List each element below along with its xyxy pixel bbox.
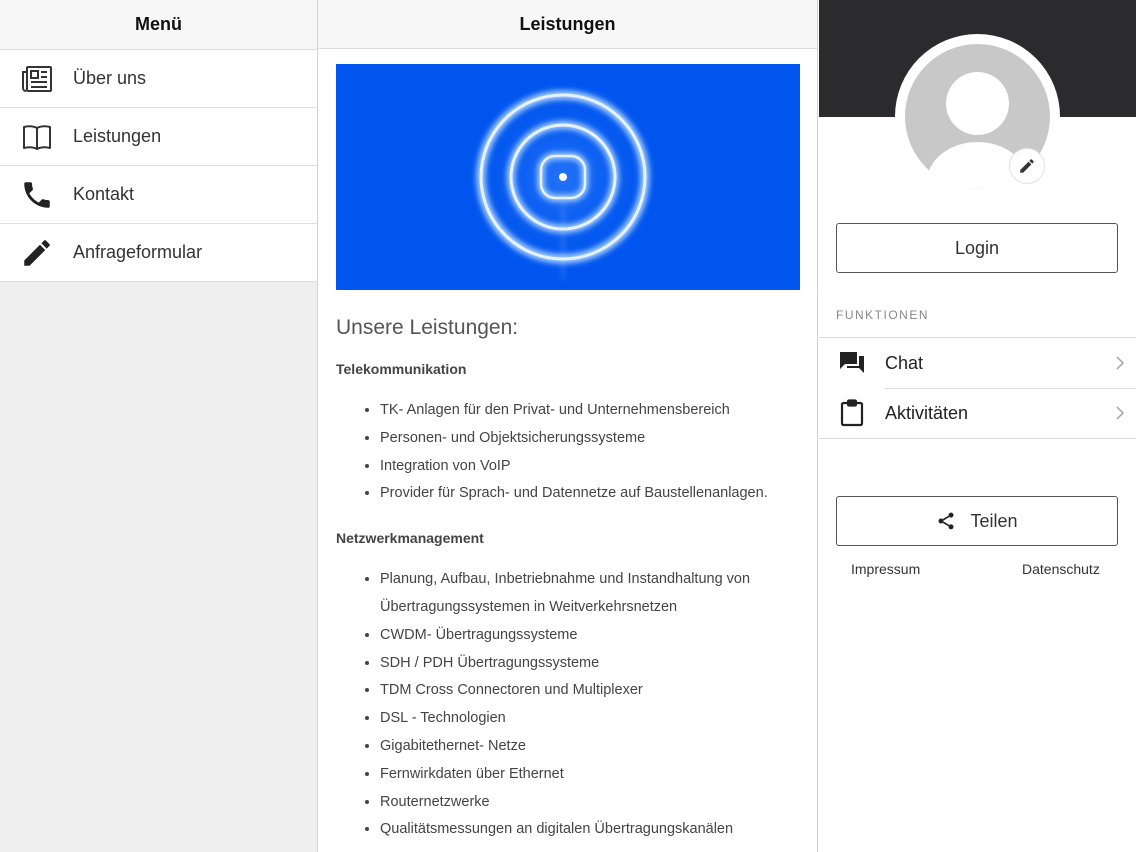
list-item: SDH / PDH Übertragungssysteme [380, 650, 806, 678]
chevron-right-icon [1104, 355, 1136, 371]
avatar-head [946, 72, 1009, 135]
menu-item-ueber-uns[interactable]: Über uns [0, 50, 317, 108]
services-heading: Unsere Leistungen: [336, 316, 519, 339]
menu-title: Menü [0, 0, 317, 50]
list-item: Personen- und Objektsicherungssysteme [380, 425, 806, 453]
menu-item-label: Anfrageformular [73, 242, 203, 262]
share-button[interactable]: Teilen [836, 496, 1118, 546]
menu-item-label: Leistungen [73, 126, 162, 146]
list-item: DSL - Technologien [380, 705, 806, 733]
pencil-icon [1020, 159, 1034, 173]
list-telekommunikation: TK- Anlagen für den Privat- und Unterneh… [380, 397, 806, 508]
services-content: Unsere Leistungen: Telekommunikation TK-… [336, 316, 806, 852]
menu-item-anfrageformular[interactable]: Anfrageformular [0, 224, 317, 282]
list-item: Integration von VoIP [380, 453, 806, 481]
impressum-link[interactable]: Impressum [851, 561, 920, 577]
share-icon [938, 512, 954, 530]
menu-item-kontakt[interactable]: Kontakt [0, 166, 317, 224]
function-item-aktivitaeten[interactable]: Aktivitäten [819, 388, 1136, 438]
section-title-netzwerkmanagement: Netzwerkmanagement [336, 530, 484, 547]
chat-icon [819, 350, 885, 376]
list-item: TK- Anlagen für den Privat- und Unterneh… [380, 397, 806, 425]
chevron-right-icon [1104, 405, 1136, 421]
profile-panel: Login FUNKTIONEN Chat Aktivitäten Teilen… [819, 0, 1136, 852]
login-button[interactable]: Login [836, 223, 1118, 273]
menu-item-leistungen[interactable]: Leistungen [0, 108, 317, 166]
list-item: Fernwirkdaten über Ethernet [380, 761, 806, 789]
menu-item-label: Über uns [73, 68, 147, 88]
pencil-icon [0, 224, 73, 282]
page-title: Leistungen [318, 0, 817, 49]
phone-icon [0, 166, 73, 224]
content-panel: Leistungen Unsere Leistungen: Telekommun… [318, 0, 818, 852]
list-item: Provider für Sprach- und Datennetze auf … [380, 480, 806, 508]
list-item: Planung, Aufbau, Inbetriebnahme und Inst… [380, 566, 806, 622]
section-title-telekommunikation: Telekommunikation [336, 361, 467, 377]
share-label: Teilen [970, 510, 1018, 531]
list-item: Qualitätsmessungen an digitalen Übertrag… [380, 816, 806, 844]
function-label: Aktivitäten [885, 402, 969, 423]
newspaper-icon [0, 50, 73, 108]
functions-label: FUNKTIONEN [836, 308, 929, 322]
book-icon [0, 108, 73, 166]
clipboard-icon [819, 399, 885, 427]
menu-item-label: Kontakt [73, 184, 135, 204]
banner-image [336, 64, 800, 290]
list-item: Routernetzwerke [380, 789, 806, 817]
edit-avatar-button[interactable] [1009, 148, 1045, 184]
list-netzwerkmanagement: Planung, Aufbau, Inbetriebnahme und Inst… [380, 566, 806, 844]
functions-list: Chat Aktivitäten [819, 337, 1136, 439]
function-item-chat[interactable]: Chat [819, 338, 1136, 388]
side-menu: Menü Über uns Leistungen Kontakt Anfrage… [0, 0, 318, 852]
list-item: TDM Cross Connectoren und Multiplexer [380, 677, 806, 705]
function-label: Chat [885, 352, 924, 373]
datenschutz-link[interactable]: Datenschutz [1022, 561, 1100, 577]
list-item: CWDM- Übertragungssysteme [380, 622, 806, 650]
list-item: Gigabitethernet- Netze [380, 733, 806, 761]
